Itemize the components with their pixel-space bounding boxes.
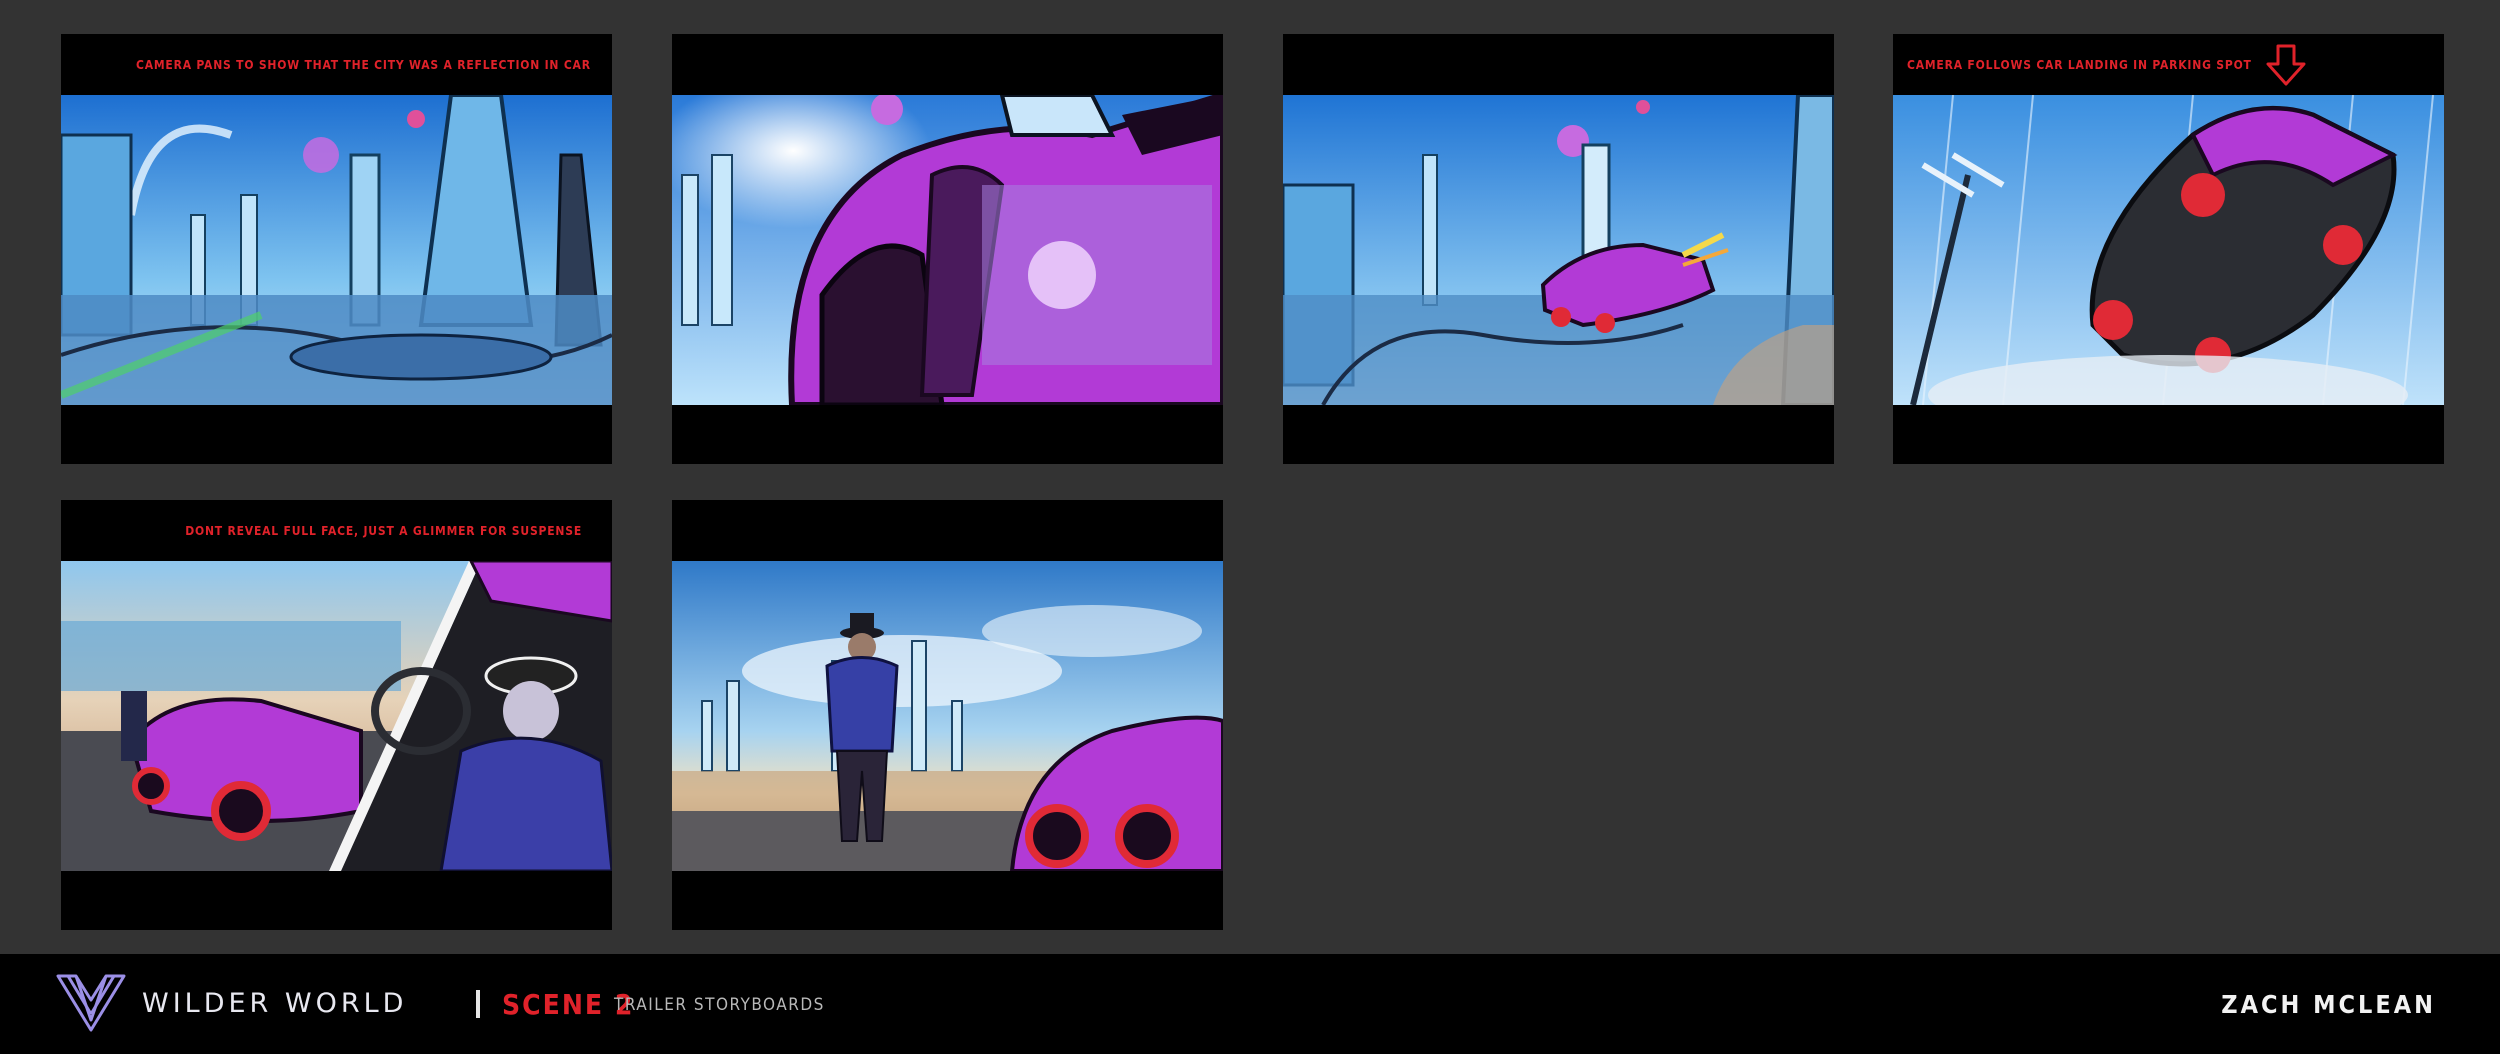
storyboard-panel-2: [672, 34, 1223, 464]
panel-caption: CAMERA PANS TO SHOW THAT THE CITY WAS A …: [136, 57, 591, 72]
panel-caption: [1283, 34, 1834, 95]
panel-artwork-city-reflection: [61, 95, 612, 405]
panel-caption: CAMERA FOLLOWS CAR LANDING IN PARKING SP…: [1893, 34, 2444, 95]
scene-subtitle: TRAILER STORYBOARDS: [614, 995, 825, 1015]
panel-caption: [672, 34, 1223, 95]
storyboard-panel-5: DONT REVEAL FULL FACE, JUST A GLIMMER FO…: [61, 500, 612, 930]
author-name: ZACH MCLEAN: [2221, 990, 2436, 1019]
storyboard-panel-4: CAMERA FOLLOWS CAR LANDING IN PARKING SP…: [1893, 34, 2444, 464]
storyboard-panel-1: CAMERA PANS TO SHOW THAT THE CITY WAS A …: [61, 34, 612, 464]
wilder-world-logo-icon: [56, 974, 126, 1032]
panel-artwork-man-looking-at-city: [672, 561, 1223, 871]
footer-divider: [476, 990, 480, 1018]
storyboard-panel-6: [672, 500, 1223, 930]
panel-artwork-car-landing: [1893, 95, 2444, 405]
panel-caption: [672, 500, 1223, 561]
panel-caption: DONT REVEAL FULL FACE, JUST A GLIMMER FO…: [185, 523, 582, 538]
panel-artwork-driver-exiting: [61, 561, 612, 871]
panel-caption-text: CAMERA FOLLOWS CAR LANDING IN PARKING SP…: [1907, 57, 2252, 72]
storyboard-panel-3: [1283, 34, 1834, 464]
panel-artwork-flying-car: [1283, 95, 1834, 405]
down-arrow-icon: [2266, 44, 2306, 85]
panel-artwork-wheel-closeup: [672, 95, 1223, 405]
brand-name: WILDER WORLD: [142, 988, 408, 1019]
